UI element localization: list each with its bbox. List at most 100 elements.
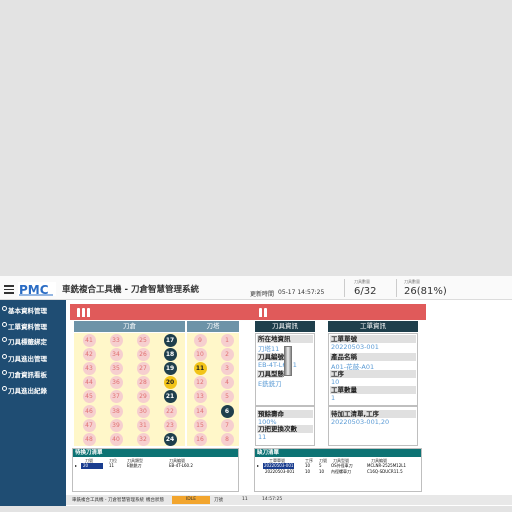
magazine-slot[interactable]: 48: [82, 432, 96, 446]
magazine-slot[interactable]: 45: [82, 390, 96, 404]
turret-slot[interactable]: 9: [193, 334, 207, 347]
magazine-slot[interactable]: 34: [109, 348, 123, 362]
sidebar-item-dashboard[interactable]: 刀倉資訊看板: [0, 367, 66, 381]
magazine-slot[interactable]: 42: [82, 348, 96, 362]
cell: C16Q-SDUCR11.5: [367, 469, 403, 474]
magazine-slot[interactable]: 44: [82, 376, 96, 390]
turret-slot[interactable]: 12: [193, 376, 207, 390]
pending-label: 待加工清單,工序: [330, 410, 416, 418]
sidebar-item-tool-log[interactable]: 刀具進出紀錄: [0, 383, 66, 397]
order-qty-label: 工單數量: [330, 386, 416, 394]
status-bar: 車銑複合工具機 - 刀倉智慧管理系統 機台狀態 IDLE 刀號 11 14:57…: [66, 495, 512, 505]
turret-slot[interactable]: 16: [193, 432, 207, 446]
circle-icon: [2, 337, 7, 342]
tool-info-panel: 所在地資訊 刀塔11 刀具編號 EB-4T-L60.1 刀具型態 E銑銑刀: [255, 333, 315, 406]
stat1-label: 刀具數量: [354, 279, 370, 284]
order-number-value: 20220503-001: [331, 343, 379, 351]
divider: [344, 279, 345, 297]
turret-slot[interactable]: 2: [220, 348, 234, 362]
table-row[interactable]: 20220503-001 10 10 內徑螺車刀 C16Q-SDUCR11.5: [255, 469, 421, 475]
turret-slot[interactable]: 5: [220, 390, 234, 404]
swap-table: 待換刀清單 刀號 刀位 刀具類型 刀具編號 ▸ 20 11 E銑銑刀 EB-4T…: [72, 448, 239, 492]
cell: 20220503-001: [265, 469, 295, 474]
order-info-panel: 工單單號 20220503-001 產品名稱 A01-花鼓-A01 工序 10 …: [328, 333, 418, 406]
swap-table-header: 待換刀清單: [73, 449, 238, 457]
magazine-slot[interactable]: 29: [136, 390, 150, 404]
magazine-slot[interactable]: 23: [163, 418, 177, 432]
top-header: PMC 車銑複合工具機 - 刀倉智慧管理系統 更新時間 05-17 14:57:…: [0, 276, 512, 300]
circle-icon: [2, 386, 7, 391]
product-name-label: 產品名稱: [330, 353, 416, 361]
turret-slot[interactable]: 14: [193, 404, 207, 418]
stat1-value: 6/32: [354, 286, 377, 297]
turret-slot[interactable]: 1: [220, 334, 234, 347]
tool-location-label: 所在地資訊: [257, 335, 313, 343]
magazine-slot[interactable]: 38: [109, 404, 123, 418]
magazine-slot[interactable]: 43: [82, 362, 96, 376]
process-label: 工序: [330, 370, 416, 378]
pending-value: 20220503-001,20: [331, 418, 390, 426]
magazine-slot[interactable]: 18: [163, 348, 177, 362]
order-info-header: 工單資訊: [328, 321, 418, 332]
row-marker-icon: ▸: [75, 463, 78, 468]
magazine-slot[interactable]: 35: [109, 362, 123, 376]
cell: 10: [305, 469, 311, 474]
life-label: 預餘壽命: [257, 410, 313, 418]
swap-count-label: 刀把更換次數: [257, 425, 313, 433]
turret-slot[interactable]: 6: [220, 404, 234, 418]
order-qty-value: 1: [331, 394, 336, 402]
magazine-slot[interactable]: 24: [163, 432, 177, 446]
magazine-slot[interactable]: 19: [163, 362, 177, 376]
tool-number-label: 刀具編號: [257, 353, 284, 361]
turret-slot[interactable]: 11: [193, 362, 207, 376]
magazine-slot[interactable]: 31: [136, 418, 150, 432]
turret-slot[interactable]: 13: [193, 390, 207, 404]
magazine-header: 刀倉: [74, 321, 185, 332]
sidebar-item-tool-io[interactable]: 刀具進出管理: [0, 351, 66, 365]
sidebar-item-work-orders[interactable]: 工單資料管理: [0, 319, 66, 333]
turret-grid: 9 1 10 2 11 3 12 4 13 5 14 6 15 7 16 8: [187, 333, 239, 446]
magazine-slot[interactable]: 32: [136, 432, 150, 446]
cell: E銑銑刀: [127, 463, 142, 468]
turret-slot[interactable]: 15: [193, 418, 207, 432]
pmc-logo: PMC: [18, 282, 56, 296]
magazine-slot[interactable]: 39: [109, 418, 123, 432]
tool-life-panel: 預餘壽命 100% 刀把更換次數 11: [255, 406, 315, 446]
magazine-slot[interactable]: 33: [109, 334, 123, 347]
magazine-grid: 41 33 25 17 42 34 26 18 43 35 27 19 44 36 28 20 45 37 29 21…: [74, 333, 185, 446]
magazine-slot[interactable]: 28: [136, 376, 150, 390]
magazine-slot[interactable]: 21: [163, 390, 177, 404]
magazine-slot[interactable]: 40: [109, 432, 123, 446]
menu-icon[interactable]: [4, 285, 14, 294]
sidebar-item-basic-data[interactable]: 基本資料管理: [0, 303, 66, 317]
table-row[interactable]: ▸ 20 11 E銑銑刀 EB-4T-L60.2: [73, 463, 238, 469]
cell: 11: [109, 463, 115, 468]
circle-icon: [2, 370, 7, 375]
magazine-slot[interactable]: 41: [82, 334, 96, 347]
sidebar-item-tag-binding[interactable]: 刀具標籤綁定: [0, 334, 66, 348]
circle-icon: [2, 354, 7, 359]
magazine-slot[interactable]: 47: [82, 418, 96, 432]
tool-type-value: E銑銑刀: [258, 380, 282, 388]
update-time-value: 05-17 14:57:25: [278, 289, 325, 296]
magazine-slot[interactable]: 20: [163, 376, 177, 390]
turret-slot[interactable]: 3: [220, 362, 234, 376]
turret-slot[interactable]: 10: [193, 348, 207, 362]
status-label: 機台狀態: [146, 498, 164, 503]
magazine-slot[interactable]: 22: [163, 404, 177, 418]
magazine-slot[interactable]: 17: [163, 334, 177, 347]
swap-count-value: 11: [258, 433, 267, 441]
turret-value: 11: [242, 497, 248, 502]
magazine-slot[interactable]: 25: [136, 334, 150, 347]
turret-slot[interactable]: 4: [220, 376, 234, 390]
magazine-slot[interactable]: 36: [109, 376, 123, 390]
magazine-slot[interactable]: 27: [136, 362, 150, 376]
app-title: 車銑複合工具機 - 刀倉智慧管理系統: [62, 285, 199, 295]
magazine-slot[interactable]: 30: [136, 404, 150, 418]
turret-slot[interactable]: 7: [220, 418, 234, 432]
magazine-slot[interactable]: 26: [136, 348, 150, 362]
magazine-slot[interactable]: 46: [82, 404, 96, 418]
magazine-slot[interactable]: 37: [109, 390, 123, 404]
cell: 內徑螺車刀: [331, 469, 351, 474]
turret-slot[interactable]: 8: [220, 432, 234, 446]
